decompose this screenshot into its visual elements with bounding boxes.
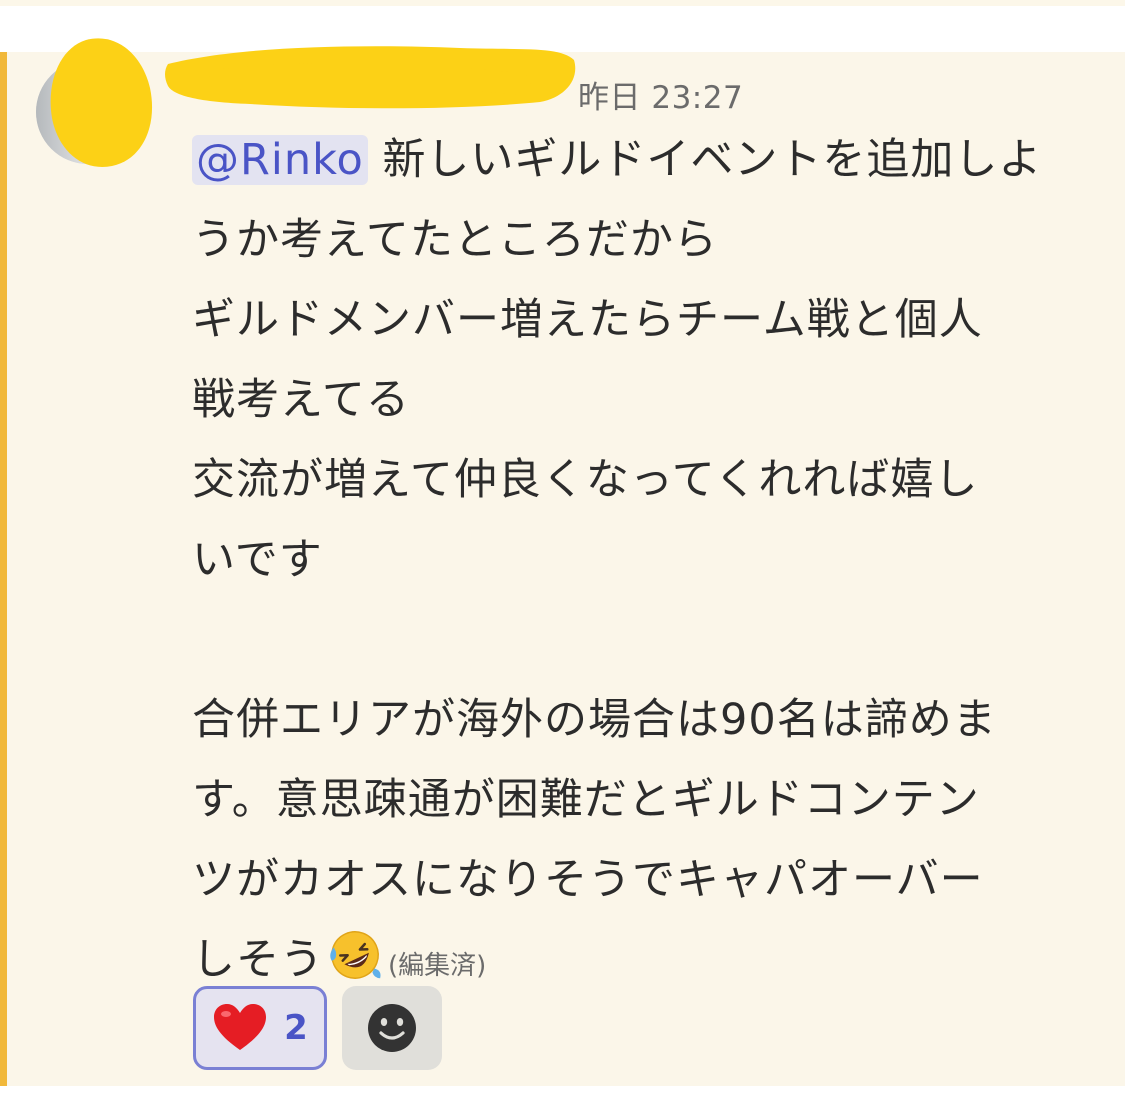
user-mention[interactable]: @Rinko [192, 135, 368, 185]
message-line: ギルドメンバー増えたらチーム戦と個人 [192, 295, 983, 345]
avatar-redaction-scribble [50, 38, 153, 167]
chat-message: 昨日 23:27 @Rinko 新しいギルドイベントを追加しよ うか考えてたとこ… [0, 38, 1125, 1086]
message-line: 戦考えてる [192, 375, 410, 425]
heart-icon [214, 1004, 267, 1050]
message-line: 合併エリアが海外の場合は90名は諦めま [192, 695, 997, 745]
message-line: 交流が増えて仲良くなってくれれば嬉し [192, 455, 979, 505]
message-body: @Rinko 新しいギルドイベントを追加しよ うか考えてたところだから ギルドメ… [192, 120, 1082, 1000]
edited-label: (編集済) [388, 951, 487, 981]
message-timestamp: 昨日 23:27 [578, 80, 744, 116]
message-line: いです [192, 535, 323, 585]
rolling-on-floor-laughing-emoji-icon [330, 931, 381, 979]
below-message-area [0, 1086, 1125, 1115]
heart-reaction-button[interactable]: 2 [193, 986, 327, 1070]
add-reaction-button[interactable] [342, 986, 442, 1070]
reaction-count: 2 [284, 1008, 308, 1048]
message-line: す。意思疎通が困難だとギルドコンテン [192, 775, 980, 825]
message-line-text: しそう [192, 935, 324, 985]
smiley-add-icon [368, 1004, 416, 1052]
message-line: @Rinko 新しいギルドイベントを追加しよ [192, 120, 1082, 200]
message-line-text: 新しいギルドイベントを追加しよ [382, 135, 1043, 185]
username-redaction-scribble [165, 46, 576, 109]
message-line: ツがカオスになりそうでキャパオーバー [192, 855, 984, 905]
message-line-last: しそう (編集済) [192, 920, 1082, 1000]
highlight-accent-bar [0, 52, 7, 1086]
message-line: うか考えてたところだから [192, 215, 718, 265]
